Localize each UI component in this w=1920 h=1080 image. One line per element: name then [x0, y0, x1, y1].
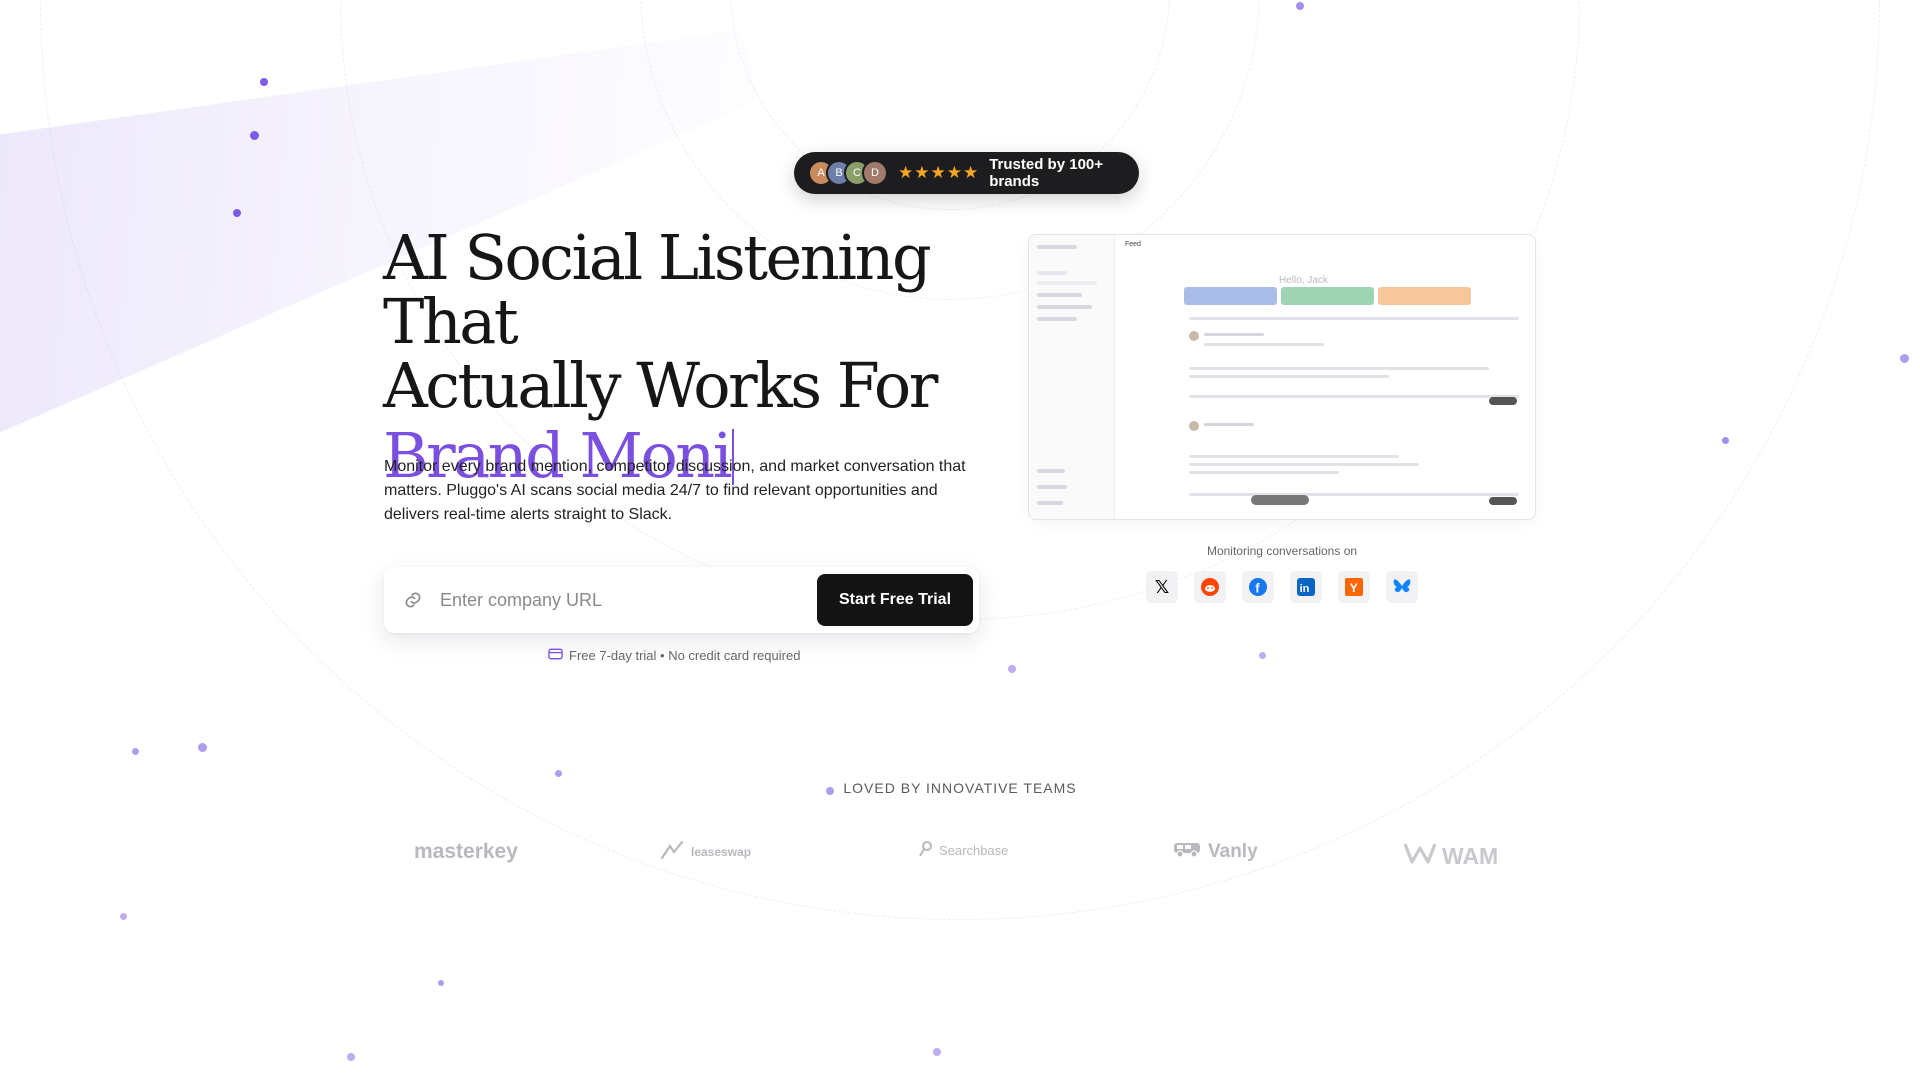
particle-dot [933, 1048, 941, 1056]
svg-text:f: f [1255, 581, 1260, 596]
company-url-input[interactable] [440, 589, 817, 611]
logo-leaseswap-text: leaseswap [691, 844, 752, 859]
logo-leaseswap: leaseswap [660, 840, 751, 863]
preview-title: Feed [1125, 241, 1141, 248]
particle-dot [198, 743, 207, 752]
particle-dot [1259, 652, 1266, 659]
logos-heading: LOVED BY INNOVATIVE TEAMS [843, 780, 1077, 796]
app-preview-screenshot: Feed Hello, Jack [1028, 234, 1536, 520]
preview-stat-card [1281, 287, 1374, 305]
bluesky-icon [1386, 571, 1418, 603]
svg-text:Y: Y [1350, 581, 1358, 595]
particle-dot [250, 131, 259, 140]
page-title: AI Social Listening That Actually Works … [383, 226, 1023, 488]
hero-description: Monitor every brand mention, competitor … [384, 458, 966, 523]
facebook-icon: f [1242, 571, 1274, 603]
social-platform-list: 𝕏 f in Y [1146, 571, 1418, 603]
logo-vanly-text: Vanly [1208, 841, 1258, 862]
particle-dot [260, 78, 268, 86]
particle-dot [1722, 437, 1729, 444]
particle-dot [132, 748, 139, 755]
particle-dot [438, 980, 444, 986]
trust-badge: A B C D ★★★★★ Trusted by 100+ brands [794, 152, 1139, 194]
logo-wam: WAM [1403, 840, 1498, 872]
headline-line-1: AI Social Listening That [383, 221, 932, 358]
particle-dot [1008, 665, 1016, 673]
preview-avatar [1189, 331, 1199, 341]
linkedin-icon: in [1290, 571, 1322, 603]
logo-masterkey: masterkey [414, 840, 518, 864]
preview-pill [1489, 497, 1517, 505]
logo-masterkey-text: masterkey [414, 840, 518, 863]
trial-note-text: Free 7-day trial • No credit card requir… [569, 648, 801, 663]
monitoring-label: Monitoring conversations on [1206, 544, 1358, 558]
particle-dot [1900, 354, 1909, 363]
preview-stat-card [1378, 287, 1471, 305]
svg-text:in: in [1300, 583, 1310, 595]
logo-searchbase-text: Searchbase [939, 843, 1009, 858]
preview-pill [1489, 397, 1517, 405]
star-rating-icon: ★★★★★ [898, 163, 980, 182]
particle-dot [555, 770, 562, 777]
hackernews-icon: Y [1338, 571, 1370, 603]
preview-avatar [1189, 421, 1199, 431]
reddit-icon [1194, 571, 1226, 603]
van-logo-icon [1173, 840, 1203, 864]
x-icon: 𝕏 [1146, 571, 1178, 603]
trust-badge-label: Trusted by 100+ brands [989, 156, 1104, 190]
preview-greeting: Hello, Jack [1279, 275, 1328, 286]
logo-searchbase: Searchbase [918, 840, 1008, 861]
preview-stat-card [1184, 287, 1277, 305]
signup-form: Start Free Trial [384, 567, 979, 633]
start-free-trial-button[interactable]: Start Free Trial [817, 574, 973, 626]
avatar: D [862, 160, 888, 186]
avatar-group: A B C D [808, 160, 888, 186]
particle-dot [1296, 2, 1304, 10]
particle-dot [347, 1053, 355, 1061]
wam-logo-icon [1403, 840, 1437, 872]
particle-dot [233, 209, 241, 217]
link-icon [402, 589, 424, 611]
leaseswap-logo-icon [660, 840, 686, 863]
headline-line-2: Actually Works For [383, 349, 938, 422]
preview-dock [1251, 495, 1309, 505]
preview-sidebar [1029, 235, 1115, 519]
credit-card-icon [548, 648, 563, 663]
logo-wam-text: WAM [1442, 842, 1499, 869]
particle-dot [120, 913, 127, 920]
trial-note: Free 7-day trial • No credit card requir… [548, 648, 800, 663]
logo-vanly: Vanly [1173, 840, 1258, 864]
searchbase-logo-icon [918, 840, 934, 861]
